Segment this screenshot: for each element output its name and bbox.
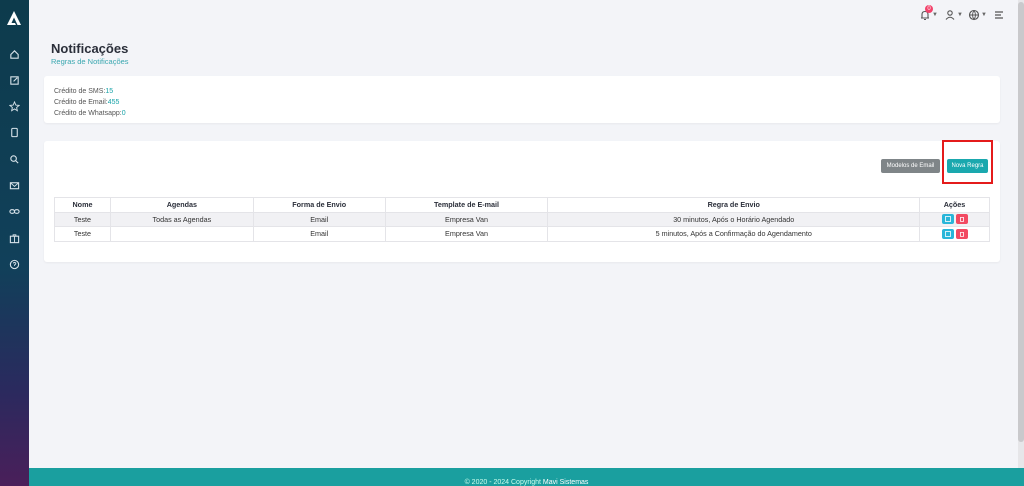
delete-button[interactable] — [955, 228, 968, 239]
column-header: Forma de Envio — [252, 197, 386, 213]
language-button[interactable]: ▼ — [968, 8, 987, 22]
cell-actions — [919, 211, 990, 227]
search-icon[interactable] — [8, 153, 20, 165]
cell-actions — [919, 226, 990, 242]
highlight-box — [942, 140, 993, 184]
footer: © 2020 - 2024 Copyright Mavi Sistemas — [29, 468, 1024, 486]
cell-template: Empresa Van — [384, 226, 549, 242]
edit-icon — [944, 216, 951, 223]
whatsapp-credit: Crédito de Whatsapp:0 — [54, 110, 126, 117]
credits-card: Crédito de SMS:15 Crédito de Email:455 C… — [44, 76, 1000, 123]
edit-button[interactable] — [941, 228, 954, 239]
table-row: Teste Email Empresa Van 5 minutos, Após … — [54, 226, 990, 242]
trash-icon — [959, 231, 964, 237]
chevron-down-icon: ▼ — [981, 12, 987, 18]
column-header: Ações — [919, 197, 990, 213]
cell-nome: Teste — [54, 226, 111, 242]
edit-button[interactable] — [941, 214, 954, 225]
globe-icon — [968, 9, 980, 21]
sms-credit: Crédito de SMS:15 — [54, 88, 114, 95]
scrollbar-thumb[interactable] — [1018, 2, 1024, 442]
breadcrumb[interactable]: Regras de Notificações — [51, 57, 129, 66]
briefcase-icon[interactable] — [8, 232, 20, 244]
menu-icon — [995, 11, 1003, 19]
star-icon[interactable] — [8, 100, 20, 112]
edit-icon — [944, 230, 951, 237]
cell-agendas — [109, 226, 254, 242]
cell-agendas: Todas as Agendas — [109, 211, 254, 227]
column-header: Template de E-mail — [384, 197, 549, 213]
cell-regra: 5 minutos, Após a Confirmação do Agendam… — [547, 226, 920, 242]
footer-company-link[interactable]: Mavi Sistemas — [543, 479, 589, 486]
cell-nome: Teste — [54, 211, 111, 227]
mail-icon[interactable] — [8, 179, 20, 191]
cell-regra: 30 minutos, Após o Horário Agendado — [547, 211, 920, 227]
cell-forma: Email — [252, 211, 386, 227]
scrollbar-track[interactable] — [1018, 0, 1024, 486]
email-credit: Crédito de Email:455 — [54, 99, 120, 106]
book-icon[interactable] — [8, 126, 20, 138]
page-title: Notificações — [51, 41, 129, 56]
column-header: Agendas — [109, 197, 254, 213]
app-logo[interactable] — [6, 10, 22, 26]
rules-table: Nome Agendas Forma de Envio Template de … — [54, 197, 990, 242]
sidebar — [0, 0, 29, 486]
edit-icon[interactable] — [8, 74, 20, 86]
table-header-row: Nome Agendas Forma de Envio Template de … — [54, 197, 990, 213]
menu-button[interactable] — [993, 8, 1005, 22]
notifications-button[interactable]: 0 ▼ — [919, 5, 938, 22]
column-header: Regra de Envio — [547, 197, 920, 213]
cell-forma: Email — [252, 226, 386, 242]
column-header: Nome — [54, 197, 111, 213]
email-templates-button[interactable]: Modelos de Email — [881, 159, 940, 173]
notification-badge: 0 — [925, 5, 933, 13]
table-row: Teste Todas as Agendas Email Empresa Van… — [54, 211, 990, 227]
home-icon[interactable] — [8, 48, 20, 60]
help-icon[interactable] — [8, 258, 20, 270]
rules-card: Modelos de Email Nova Regra Nome Agendas… — [44, 140, 1000, 262]
trash-icon — [959, 217, 964, 223]
chevron-down-icon: ▼ — [957, 12, 963, 18]
chevron-down-icon: ▼ — [932, 12, 938, 18]
footer-copyright: © 2020 - 2024 Copyright — [464, 479, 541, 486]
link-icon[interactable] — [8, 205, 20, 217]
user-menu-button[interactable]: ▼ — [944, 8, 963, 22]
cell-template: Empresa Van — [384, 211, 549, 227]
user-icon — [945, 10, 955, 20]
delete-button[interactable] — [955, 214, 968, 225]
